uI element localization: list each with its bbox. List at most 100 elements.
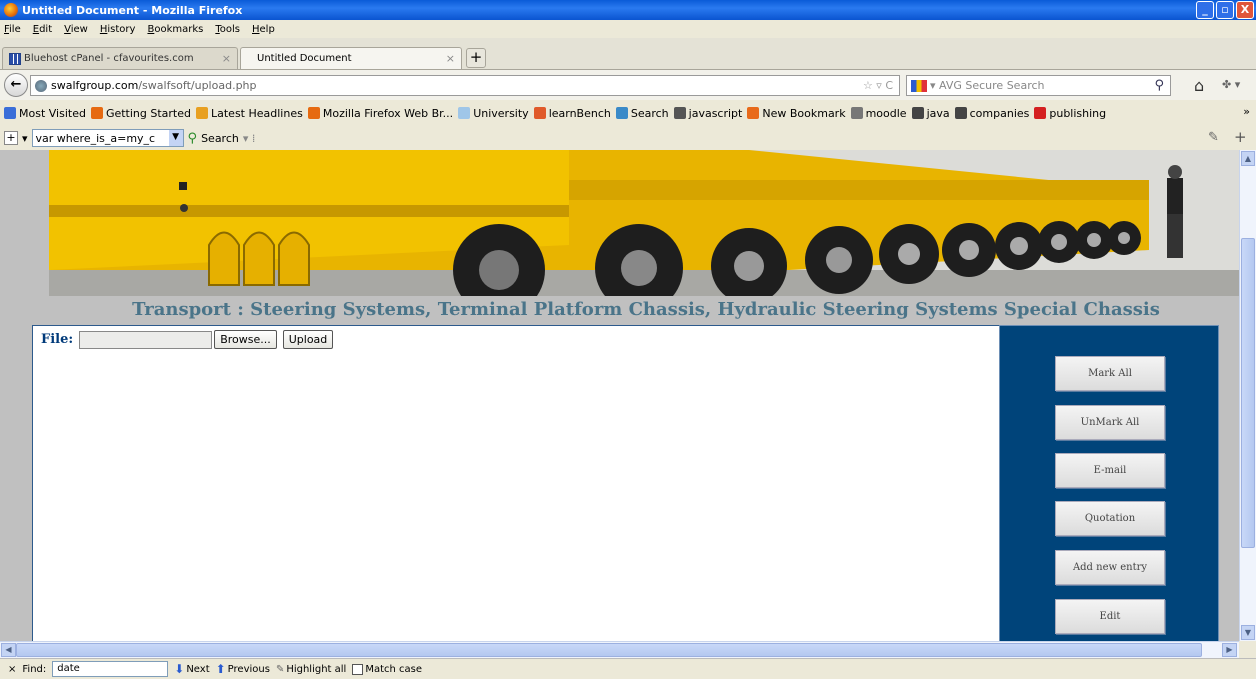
globe-icon (35, 79, 47, 92)
bookmark-item[interactable]: Most Visited (4, 107, 86, 120)
menu-history[interactable]: History (100, 24, 136, 35)
close-window-button[interactable]: X (1236, 1, 1254, 19)
close-tab-icon[interactable]: × (222, 52, 231, 65)
bookmark-item[interactable]: New Bookmark (747, 107, 846, 120)
bookmark-item[interactable]: companies (954, 107, 1029, 120)
tab-untitled-document[interactable]: Untitled Document × (240, 47, 462, 69)
bookmark-item[interactable]: Latest Headlines (196, 107, 303, 120)
url-path: /swalfsoft/upload.php (138, 79, 257, 92)
scroll-up-icon[interactable]: ▲ (1241, 151, 1255, 166)
file-path-input[interactable] (79, 330, 213, 349)
page-viewport: Transport : Steering Systems, Terminal P… (0, 150, 1239, 641)
match-case-checkbox[interactable]: Match case (352, 663, 422, 675)
mark-all-button[interactable]: Mark All (1055, 356, 1165, 391)
search-bar[interactable]: ▾ AVG Secure Search ⚲ (906, 75, 1171, 96)
bookmark-item[interactable]: University (458, 107, 529, 120)
tab-bluehost[interactable]: Bluehost cPanel - cfavourites.com × (2, 47, 238, 69)
bookmark-label: learnBench (548, 106, 611, 120)
highlighter-icon: ✎ (275, 663, 285, 675)
bookmark-label: moodle (865, 106, 907, 120)
bookmark-label: Getting Started (105, 106, 191, 120)
maximize-button[interactable]: ▫ (1216, 1, 1234, 19)
bookmark-icon (458, 107, 471, 119)
bookmark-icon (911, 107, 924, 119)
menu-bookmarks[interactable]: Bookmarks (147, 24, 203, 35)
menu-file[interactable]: File (4, 24, 21, 35)
combo-value: var where_is_a=my_c (35, 131, 156, 145)
bookmark-item[interactable]: moodle (850, 106, 907, 120)
vertical-scrollbar[interactable]: ▲ ▼ (1239, 150, 1256, 641)
url-host: swalfgroup.com (51, 79, 139, 92)
close-tab-icon[interactable]: × (446, 52, 455, 65)
toolbar-combo[interactable]: var where_is_a=my_c ▼ (31, 129, 184, 147)
unmark-all-button[interactable]: UnMark All (1055, 405, 1165, 440)
bookmark-item[interactable]: publishing (1034, 107, 1106, 120)
banner-title: Transport : Steering Systems, Terminal P… (132, 299, 1160, 320)
bookmark-icon (615, 107, 628, 119)
find-previous-label: Previous (227, 663, 270, 675)
upload-panel: File: Browse... Upload (32, 325, 1000, 641)
scroll-right-icon[interactable]: ▶ (1222, 643, 1237, 657)
highlight-all-button[interactable]: ✎ Highlight all (276, 664, 346, 675)
toolbar-search-arrow[interactable]: ▾ ⁞ (243, 132, 256, 145)
chevron-down-icon[interactable]: ▼ (168, 130, 183, 146)
url-tools[interactable]: ☆ ▿ C (863, 79, 893, 92)
home-icon[interactable]: ⌂ (1194, 76, 1204, 95)
menu-edit[interactable]: Edit (33, 24, 52, 35)
bookmark-item[interactable]: javascript (673, 107, 742, 120)
browse-button[interactable]: Browse... (214, 330, 277, 349)
find-next-button[interactable]: ⬇ Next (174, 662, 209, 676)
menu-help[interactable]: Help (252, 24, 275, 35)
bookmark-icon (850, 107, 863, 119)
add-toolbar-button[interactable]: + (4, 131, 18, 145)
bookmark-label: Most Visited (19, 106, 86, 120)
plus-icon[interactable]: + (1234, 128, 1247, 146)
tab-bar: Bluehost cPanel - cfavourites.com × Unti… (0, 38, 1256, 70)
search-icon[interactable]: ⚲ (188, 131, 198, 146)
bookmark-icon (4, 107, 16, 119)
bookmark-icon (196, 107, 208, 119)
back-button[interactable]: ← (4, 73, 28, 97)
find-previous-button[interactable]: ⬆ Previous (216, 662, 270, 676)
minimize-button[interactable]: _ (1196, 1, 1214, 19)
vertical-scroll-thumb[interactable] (1241, 238, 1255, 548)
window-title-bar[interactable]: Untitled Document - Mozilla Firefox _ ▫ … (0, 0, 1256, 20)
email-button[interactable]: E-mail (1055, 453, 1165, 488)
quotation-button[interactable]: Quotation (1055, 501, 1165, 536)
find-input[interactable]: date (52, 661, 169, 677)
bookmark-item[interactable]: Getting Started (90, 106, 191, 120)
bookmark-item[interactable]: Search (615, 107, 669, 120)
bookmark-label: University (473, 106, 529, 120)
menu-view[interactable]: View (64, 24, 88, 35)
menu-bar: File Edit View History Bookmarks Tools H… (0, 20, 1256, 38)
scroll-left-icon[interactable]: ◀ (1, 643, 16, 657)
bookmark-label: java (926, 106, 950, 120)
bookmark-item[interactable]: Mozilla Firefox Web Br... (307, 107, 453, 120)
bookmark-item[interactable]: learnBench (533, 106, 611, 120)
bookmarks-overflow-icon[interactable]: » (1243, 105, 1250, 118)
horizontal-scroll-thumb[interactable] (16, 643, 1202, 657)
bookmark-item[interactable]: java (911, 106, 950, 120)
toolbar-dropdown-icon[interactable]: ▾ (22, 132, 28, 145)
horizontal-scrollbar[interactable]: ◀ ▶ (0, 641, 1239, 658)
bookmark-icon (1034, 107, 1047, 119)
toolbar-search-label[interactable]: Search (201, 132, 239, 145)
new-tab-button[interactable]: + (466, 48, 486, 68)
transporter-illustration (49, 150, 1239, 296)
menu-tools[interactable]: Tools (215, 24, 240, 35)
addon-icon[interactable]: ✤ ▾ (1222, 78, 1240, 91)
tab-label: Bluehost cPanel - cfavourites.com (24, 53, 194, 64)
scroll-down-icon[interactable]: ▼ (1241, 625, 1255, 640)
avg-icon[interactable] (911, 79, 927, 92)
add-new-entry-button[interactable]: Add new entry (1055, 550, 1165, 585)
bookmark-label: Latest Headlines (211, 106, 303, 120)
bookmark-icon (90, 107, 103, 119)
upload-button[interactable]: Upload (282, 330, 334, 349)
navigation-bar: ← swalfgroup.com/swalfsoft/upload.php ☆ … (0, 70, 1256, 100)
search-icon[interactable]: ⚲ (1154, 78, 1164, 93)
wrench-icon[interactable]: ✎ (1208, 130, 1219, 145)
url-bar[interactable]: swalfgroup.com/swalfsoft/upload.php ☆ ▿ … (30, 75, 900, 96)
bookmark-icon (954, 107, 967, 119)
close-find-icon[interactable]: × (8, 664, 16, 675)
edit-button[interactable]: Edit (1055, 599, 1165, 634)
